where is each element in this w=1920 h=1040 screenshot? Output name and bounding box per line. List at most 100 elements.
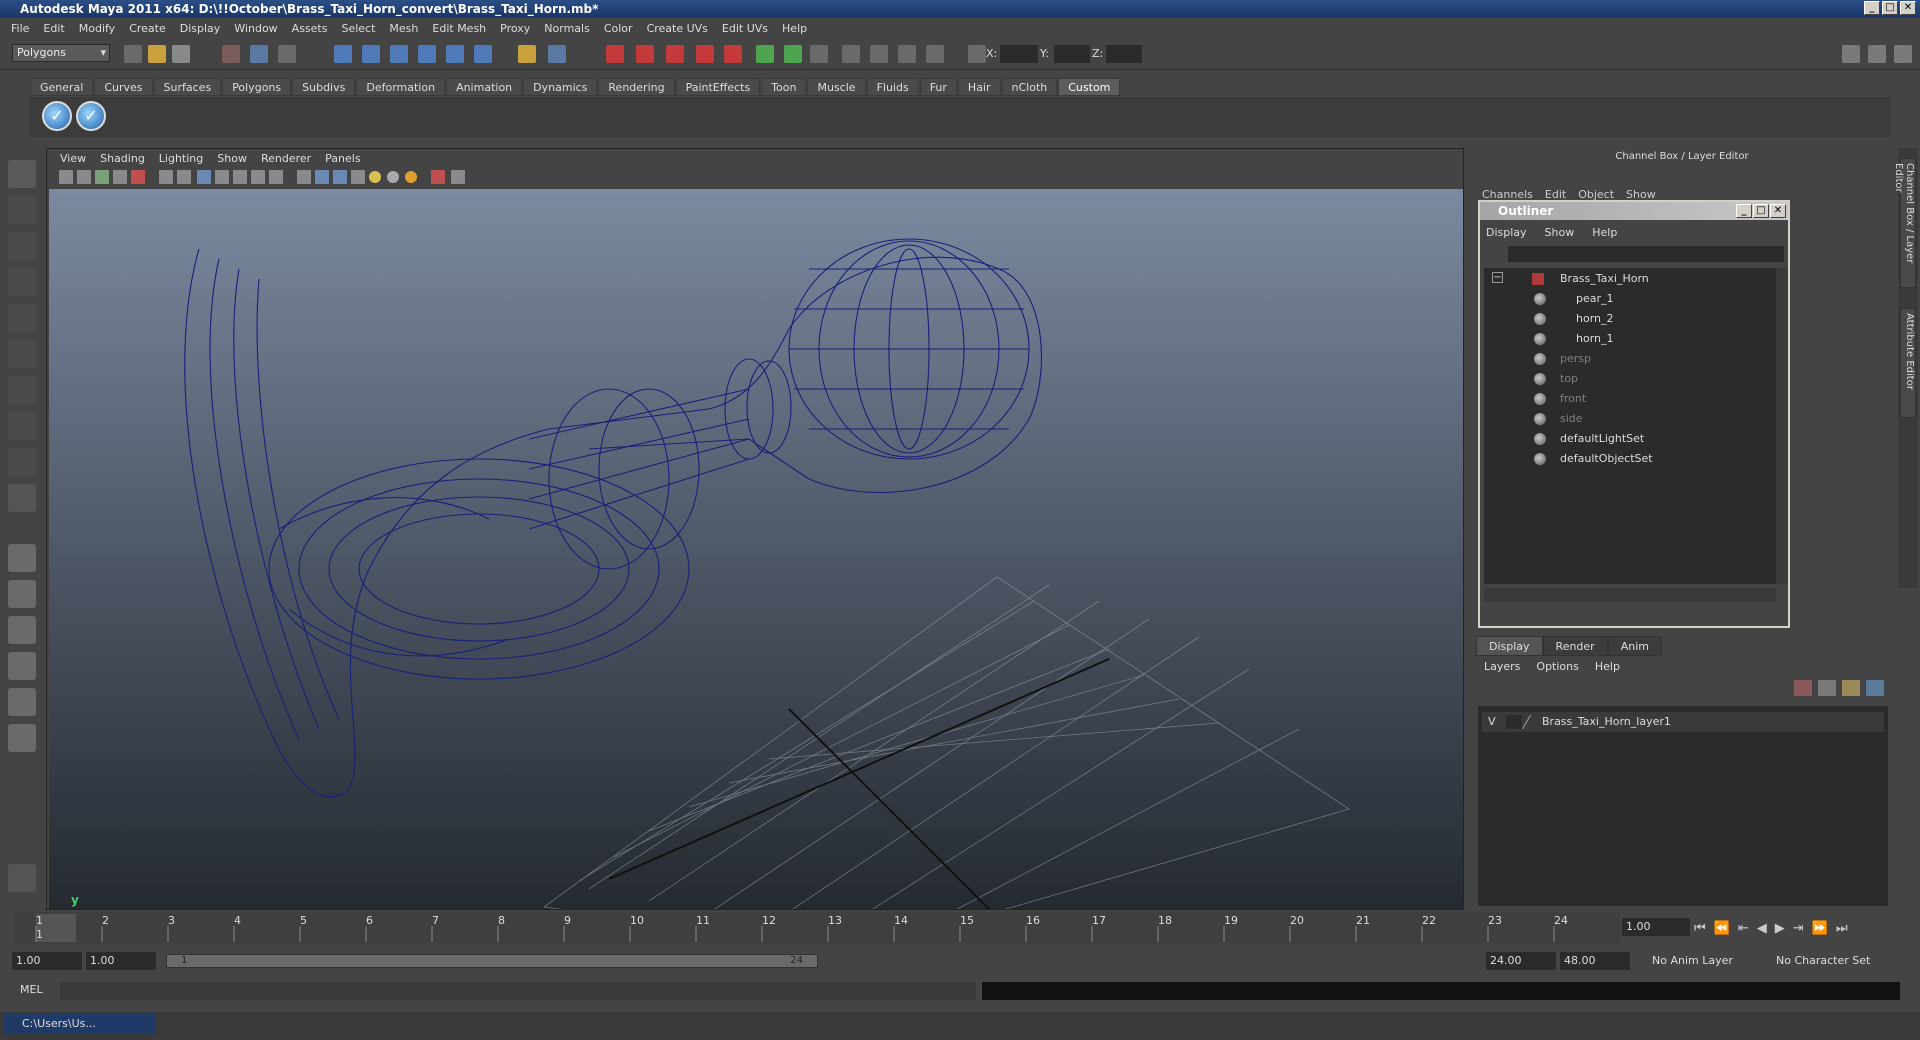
outliner-item-horn-2[interactable]: horn_2 (1484, 310, 1774, 328)
layer-menu-help[interactable]: Help (1595, 660, 1620, 673)
current-frame-field[interactable]: 1.00 (1622, 918, 1690, 936)
outliner-graph-layout-icon[interactable] (8, 724, 36, 752)
new-layer-from-selected-icon[interactable] (1866, 680, 1884, 696)
select-component-icon[interactable] (278, 45, 296, 63)
construction-history-icon[interactable] (518, 45, 536, 63)
menu-file[interactable]: File (4, 22, 36, 35)
outliner-maximize-button[interactable]: □ (1753, 204, 1769, 218)
go-to-start-icon[interactable]: ⏮ (1694, 921, 1706, 936)
playback-end-field[interactable]: 24.00 (1486, 952, 1556, 970)
shelf-tab-dynamics[interactable]: Dynamics (523, 78, 598, 96)
outliner-close-button[interactable]: ✕ (1770, 204, 1786, 218)
shelf-tab-fluids[interactable]: Fluids (866, 78, 919, 96)
layer-color-swatch[interactable] (1521, 715, 1545, 729)
z-field[interactable] (1106, 45, 1142, 63)
scale-tool-icon[interactable] (8, 340, 36, 368)
layer-type-toggle[interactable] (1506, 715, 1522, 729)
magnet-icon[interactable] (606, 45, 624, 63)
outliner-menu-display[interactable]: Display (1486, 226, 1527, 239)
rename-icon[interactable] (810, 45, 828, 63)
select-by-name-icon[interactable] (784, 45, 802, 63)
menu-mesh[interactable]: Mesh (382, 22, 425, 35)
menu-create[interactable]: Create (122, 22, 173, 35)
outliner-vertical-scrollbar[interactable] (1776, 268, 1788, 584)
outliner-item-horn-1[interactable]: horn_1 (1484, 330, 1774, 348)
anim-layer-dropdown[interactable]: No Anim Layer (1648, 952, 1750, 970)
snap-plane-icon[interactable] (418, 45, 436, 63)
viewport-menu-renderer[interactable]: Renderer (254, 152, 318, 165)
absolute-transform-icon[interactable] (870, 45, 888, 63)
transform-mode-icon[interactable] (898, 45, 916, 63)
step-back-frame-icon[interactable]: ⏪ (1714, 921, 1730, 936)
outliner-item-default-object-set[interactable]: defaultObjectSet (1484, 450, 1774, 468)
save-scene-icon[interactable] (172, 45, 190, 63)
outliner-item-default-light-set[interactable]: defaultLightSet (1484, 430, 1774, 448)
shelf-tab-rendering[interactable]: Rendering (598, 78, 675, 96)
script-editor-icon[interactable] (8, 864, 36, 892)
menu-edit-uvs[interactable]: Edit UVs (715, 22, 775, 35)
play-forwards-icon[interactable]: ▶ (1775, 921, 1785, 936)
render-frame-icon[interactable] (548, 45, 566, 63)
maximize-button[interactable]: □ (1882, 1, 1898, 15)
outliner-menu-show[interactable]: Show (1545, 226, 1575, 239)
animation-start-field[interactable]: 1.00 (12, 952, 82, 970)
four-view-layout-icon[interactable] (8, 580, 36, 608)
menu-normals[interactable]: Normals (537, 22, 597, 35)
toggle-tool-settings-icon[interactable] (1868, 45, 1886, 63)
menu-modify[interactable]: Modify (72, 22, 122, 35)
shelf-tab-hair[interactable]: Hair (957, 78, 1001, 96)
render-view-icon[interactable] (636, 45, 654, 63)
viewport-menu-lighting[interactable]: Lighting (152, 152, 210, 165)
outliner-item-front[interactable]: front (1484, 390, 1774, 408)
y-field[interactable] (1054, 45, 1090, 63)
outliner-item-top[interactable]: top (1484, 370, 1774, 388)
rotate-tool-icon[interactable] (8, 304, 36, 332)
outliner-horizontal-scrollbar[interactable] (1484, 588, 1776, 602)
relative-transform-icon[interactable] (842, 45, 860, 63)
outliner-persp-layout-icon[interactable] (8, 616, 36, 644)
new-layer-icon[interactable] (1842, 680, 1860, 696)
layer-tab-anim[interactable]: Anim (1607, 636, 1662, 656)
menuset-dropdown[interactable]: Polygons (12, 44, 110, 62)
layer-row[interactable]: V Brass_Taxi_Horn_layer1 (1482, 712, 1884, 732)
hypershade-icon[interactable] (724, 45, 742, 63)
shelf-tab-subdivs[interactable]: Subdivs (292, 78, 356, 96)
character-set-dropdown[interactable]: No Character Set (1772, 952, 1882, 970)
snap-grid-icon[interactable] (334, 45, 352, 63)
ipr-render-icon[interactable] (666, 45, 684, 63)
close-button[interactable]: ✕ (1900, 1, 1916, 15)
menu-window[interactable]: Window (227, 22, 284, 35)
play-backwards-icon[interactable]: ◀ (1757, 921, 1767, 936)
numeric-input-icon[interactable] (968, 45, 986, 63)
paint-select-tool-icon[interactable] (8, 232, 36, 260)
last-tool-icon[interactable] (8, 484, 36, 512)
layer-tab-render[interactable]: Render (1542, 636, 1608, 656)
shelf-tab-fur[interactable]: Fur (919, 78, 957, 96)
graph-persp-layout-icon[interactable] (8, 652, 36, 680)
move-layer-up-icon[interactable] (1794, 680, 1812, 696)
step-back-key-icon[interactable]: ⇤ (1738, 921, 1749, 936)
shelf-tab-curves[interactable]: Curves (94, 78, 153, 96)
menu-help[interactable]: Help (775, 22, 814, 35)
select-tool-icon[interactable] (8, 160, 36, 188)
shelf-tab-general[interactable]: General (30, 78, 94, 96)
soft-modification-icon[interactable] (8, 412, 36, 440)
single-perspective-layout-icon[interactable] (8, 544, 36, 572)
menu-edit-mesh[interactable]: Edit Mesh (425, 22, 493, 35)
shelf-tab-ncloth[interactable]: nCloth (1001, 78, 1058, 96)
mel-input[interactable] (60, 982, 976, 1000)
go-to-end-icon[interactable]: ⏭ (1836, 921, 1848, 936)
shelf-tab-toon[interactable]: Toon (761, 78, 807, 96)
render-settings-icon[interactable] (696, 45, 714, 63)
tab-attribute-editor[interactable]: Attribute Editor (1900, 308, 1916, 418)
layer-tab-display[interactable]: Display (1476, 636, 1543, 656)
custom-check-icon-2[interactable]: ✓ (76, 101, 106, 131)
x-field[interactable] (1000, 45, 1038, 63)
outliner-item-persp[interactable]: persp (1484, 350, 1774, 368)
persp-viewport[interactable]: View Shading Lighting Show Renderer Pane… (46, 148, 1464, 950)
outliner-filter-field[interactable] (1508, 246, 1784, 262)
select-object-icon[interactable] (250, 45, 268, 63)
menu-create-uvs[interactable]: Create UVs (640, 22, 715, 35)
shelf-tab-animation[interactable]: Animation (446, 78, 523, 96)
layer-visibility-toggle[interactable]: V (1488, 712, 1496, 732)
